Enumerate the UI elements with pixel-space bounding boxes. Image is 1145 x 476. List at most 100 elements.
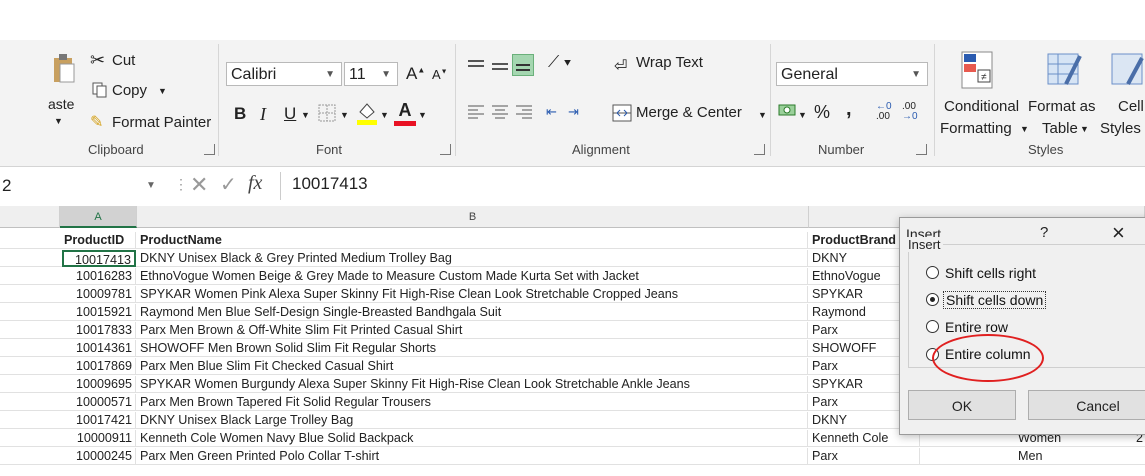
cell-gender[interactable]: Men <box>1015 448 1095 465</box>
borders-icon[interactable] <box>318 104 336 122</box>
paste-dropdown-icon[interactable]: ▼ <box>54 116 63 126</box>
orientation-icon[interactable]: ⟋ ▾ <box>548 54 571 72</box>
cell-productid[interactable]: 10015921 <box>62 304 136 321</box>
clipboard-launcher-icon[interactable] <box>204 144 215 155</box>
cell-styles-label[interactable]: Cell <box>1118 98 1144 115</box>
number-format-combo[interactable]: General ▼ <box>776 62 928 86</box>
format-as-table-label-2[interactable]: Table <box>1042 120 1078 137</box>
column-header-b[interactable]: B <box>137 206 809 228</box>
name-box-dropdown-icon[interactable]: ▼ <box>146 173 156 199</box>
shift-cells-down-radio[interactable] <box>926 293 939 306</box>
percent-button[interactable]: % <box>814 102 830 123</box>
name-box[interactable]: 2 ▼ <box>0 173 170 199</box>
underline-dropdown-icon[interactable]: ▼ <box>301 110 310 120</box>
cell-productname[interactable]: Parx Men Green Printed Polo Collar T-shi… <box>138 448 808 465</box>
cell-productid[interactable]: 10000911 <box>62 430 136 447</box>
header-cell-productname[interactable]: ProductName <box>138 232 808 249</box>
cancel-button[interactable]: Cancel <box>1028 390 1145 420</box>
close-icon[interactable]: × <box>1112 220 1125 246</box>
italic-button[interactable]: I <box>260 104 266 125</box>
accounting-dropdown-icon[interactable]: ▼ <box>798 110 807 120</box>
number-launcher-icon[interactable] <box>916 144 927 155</box>
cell-productname[interactable]: Parx Men Brown Tapered Fit Solid Regular… <box>138 394 808 411</box>
cell-productid[interactable]: 10017869 <box>62 358 136 375</box>
copy-dropdown-icon[interactable]: ▼ <box>158 86 167 96</box>
align-left-icon[interactable] <box>466 104 486 120</box>
align-middle-icon[interactable] <box>490 58 510 74</box>
bold-button[interactable]: B <box>234 104 246 124</box>
cell-productname[interactable]: Parx Men Brown & Off-White Slim Fit Prin… <box>138 322 808 339</box>
cell-productid[interactable]: 10009781 <box>62 286 136 303</box>
entire-row-label[interactable]: Entire row <box>945 319 1008 335</box>
cell-productname[interactable]: SHOWOFF Men Brown Solid Slim Fit Regular… <box>138 340 808 357</box>
font-launcher-icon[interactable] <box>440 144 451 155</box>
help-button[interactable]: ? <box>1040 224 1048 241</box>
font-color-icon[interactable]: A <box>394 100 416 126</box>
selected-cell[interactable]: 10017413 <box>62 250 136 267</box>
shift-cells-right-radio[interactable] <box>926 266 939 279</box>
cell-productname[interactable]: DKNY Unisex Black & Grey Printed Medium … <box>138 250 808 267</box>
cancel-entry-icon[interactable]: ✕ <box>190 172 208 198</box>
copy-button[interactable]: Copy <box>112 82 147 99</box>
column-header-a[interactable]: A <box>60 206 137 228</box>
comma-button[interactable]: , <box>846 98 852 121</box>
align-center-icon[interactable] <box>490 104 510 120</box>
format-painter-button[interactable]: Format Painter <box>112 114 211 131</box>
font-size-combo[interactable]: 11 ▼ <box>344 62 398 86</box>
cell-productid[interactable]: 10000571 <box>62 394 136 411</box>
cell-productid[interactable]: 10014361 <box>62 340 136 357</box>
confirm-entry-icon[interactable]: ✓ <box>220 172 237 197</box>
paste-icon[interactable] <box>52 52 76 86</box>
accounting-format-icon[interactable] <box>778 102 796 120</box>
align-bottom-icon[interactable] <box>512 54 534 76</box>
merge-center-dropdown-icon[interactable]: ▼ <box>758 110 767 120</box>
paste-button[interactable]: aste <box>48 96 74 112</box>
insert-function-icon[interactable]: fx <box>248 172 262 195</box>
cell-productid[interactable]: 10009695 <box>62 376 136 393</box>
cell-productid[interactable]: 10017421 <box>62 412 136 429</box>
cell-productname[interactable]: DKNY Unisex Black Large Trolley Bag <box>138 412 808 429</box>
fill-color-icon[interactable] <box>356 100 378 126</box>
align-right-icon[interactable] <box>514 104 534 120</box>
underline-button[interactable]: U <box>284 104 296 124</box>
alignment-launcher-icon[interactable] <box>754 144 765 155</box>
conditional-formatting-label[interactable]: Conditional <box>944 98 1019 115</box>
cell-productname[interactable]: Raymond Men Blue Self-Design Single-Brea… <box>138 304 808 321</box>
cell-styles-label-2[interactable]: Styles <box>1100 120 1141 137</box>
entire-row-radio[interactable] <box>926 320 939 333</box>
borders-dropdown-icon[interactable]: ▼ <box>340 110 349 120</box>
format-as-table-label[interactable]: Format as <box>1028 98 1096 115</box>
format-as-table-dropdown-icon[interactable]: ▼ <box>1080 124 1089 134</box>
select-all-corner[interactable] <box>0 206 60 228</box>
cell-productid[interactable]: 10017833 <box>62 322 136 339</box>
cell-value[interactable] <box>1098 448 1145 465</box>
shift-cells-right-label[interactable]: Shift cells right <box>945 265 1036 281</box>
cell-productid[interactable]: 10016283 <box>62 268 136 285</box>
formula-input[interactable]: 10017413 <box>292 174 368 194</box>
conditional-formatting-dropdown-icon[interactable]: ▼ <box>1020 124 1029 134</box>
increase-indent-icon[interactable]: ⇥ <box>568 104 579 120</box>
wrap-text-button[interactable]: Wrap Text <box>636 54 703 71</box>
conditional-formatting-label-2[interactable]: Formatting <box>940 120 1012 137</box>
shift-cells-down-label[interactable]: Shift cells down <box>943 291 1047 309</box>
cell-productid[interactable]: 10000245 <box>62 448 136 465</box>
increase-decimal-button[interactable]: ←0.00 <box>876 102 892 122</box>
cell-productname[interactable]: EthnoVogue Women Beige & Grey Made to Me… <box>138 268 808 285</box>
merge-center-button[interactable]: Merge & Center <box>636 104 742 121</box>
ok-button[interactable]: OK <box>908 390 1016 420</box>
font-name-combo[interactable]: Calibri ▼ <box>226 62 342 86</box>
grow-font-button[interactable]: A▲ <box>406 64 425 84</box>
cell-productname[interactable]: SPYKAR Women Burgundy Alexa Super Skinny… <box>138 376 808 393</box>
cell-productname[interactable]: SPYKAR Women Pink Alexa Super Skinny Fit… <box>138 286 808 303</box>
cell-productbrand[interactable]: Parx <box>810 448 920 465</box>
font-color-dropdown-icon[interactable]: ▼ <box>418 110 427 120</box>
cell-productname[interactable]: Parx Men Blue Slim Fit Checked Casual Sh… <box>138 358 808 375</box>
cut-button[interactable]: Cut <box>112 52 135 69</box>
align-top-icon[interactable] <box>466 58 486 74</box>
header-cell-productid[interactable]: ProductID <box>62 232 136 249</box>
fill-color-dropdown-icon[interactable]: ▼ <box>380 110 389 120</box>
cell-productname[interactable]: Kenneth Cole Women Navy Blue Solid Backp… <box>138 430 808 447</box>
shrink-font-button[interactable]: A▼ <box>432 67 448 82</box>
decrease-decimal-button[interactable]: .00 →0 <box>902 102 918 122</box>
decrease-indent-icon[interactable]: ⇤ <box>546 104 557 120</box>
